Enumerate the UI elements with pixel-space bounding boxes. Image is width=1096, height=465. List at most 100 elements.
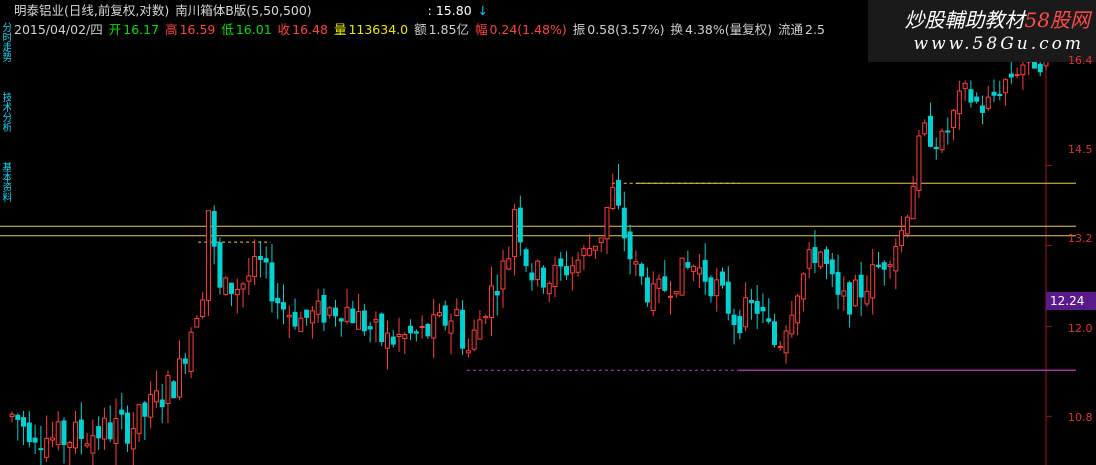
- candle-up: [73, 421, 79, 449]
- candle-up: [113, 418, 119, 444]
- change-label: 幅: [474, 22, 488, 37]
- candle-up: [893, 245, 899, 272]
- candle-down: [974, 96, 980, 102]
- amplitude-value: 0.58(3.57%): [587, 22, 665, 37]
- candle-up: [1020, 64, 1026, 76]
- candle-down: [881, 262, 887, 270]
- side-tab-intraday[interactable]: 分时走势: [0, 22, 11, 77]
- candle-down: [379, 313, 385, 343]
- volume-label: 量: [333, 22, 347, 37]
- candle-up: [90, 435, 96, 454]
- close-value: 16.48: [292, 22, 328, 37]
- candle-down: [125, 412, 131, 444]
- candle-down: [332, 307, 338, 317]
- watermark-title-prefix: 炒股輔助教材: [904, 8, 1025, 32]
- candle-up: [887, 264, 893, 267]
- candle-down: [529, 272, 535, 281]
- candle-up: [223, 277, 229, 295]
- candle-down: [748, 299, 754, 304]
- candle-up: [512, 209, 518, 258]
- candle-up: [569, 265, 575, 274]
- candle-up: [9, 413, 15, 418]
- candle-down: [96, 426, 102, 439]
- candle-down: [847, 282, 853, 315]
- candle-up: [904, 216, 910, 235]
- candle-down: [361, 310, 367, 332]
- candle-up: [956, 90, 962, 115]
- candle-up: [356, 311, 362, 330]
- candle-down: [720, 271, 726, 286]
- candle-up: [951, 110, 957, 128]
- watermark-panel: 炒股輔助教材58股网 www.58Gu.com: [868, 0, 1096, 62]
- candle-down: [517, 207, 523, 243]
- level-value: : 15.80: [427, 3, 472, 18]
- candle-down: [725, 281, 731, 314]
- kline-screen[interactable]: 分时走势 技术分析 基本资料 明泰铝业(日线,前复权,对数) 南川箱体B版(5,…: [0, 0, 1096, 465]
- candle-up: [55, 421, 61, 446]
- candle-down: [229, 282, 235, 295]
- candle-down: [927, 115, 933, 147]
- candle-up: [286, 314, 292, 318]
- candle-up: [864, 290, 870, 305]
- candle-down: [835, 271, 841, 295]
- current-price-marker: 12.24: [1046, 292, 1096, 310]
- candle-up: [344, 306, 350, 323]
- candle-up: [587, 247, 593, 256]
- candle-down: [812, 247, 818, 264]
- side-tab-technical[interactable]: 技术分析: [0, 92, 11, 152]
- candle-up: [777, 345, 783, 348]
- candle-down: [408, 325, 414, 334]
- candle-up: [327, 307, 333, 316]
- candle-down: [1037, 63, 1043, 73]
- candle-up: [910, 185, 916, 220]
- arrow-down-icon: ↓: [477, 3, 489, 18]
- candle-down: [933, 146, 939, 150]
- watermark-url: www.58Gu.com: [913, 34, 1084, 54]
- candle-up: [668, 295, 674, 298]
- candle-up: [552, 264, 558, 288]
- candle-down: [107, 422, 113, 440]
- side-tab-basic[interactable]: 基本资料: [0, 162, 11, 224]
- candle-down: [523, 249, 529, 267]
- candle-up: [783, 330, 789, 354]
- high-label: 高: [165, 22, 178, 37]
- candle-up: [841, 290, 847, 297]
- candle-down: [217, 242, 223, 288]
- candle-down: [182, 358, 188, 364]
- candle-up: [500, 260, 506, 290]
- candle-down: [979, 105, 985, 113]
- candle-up: [431, 314, 437, 339]
- candle-down: [159, 399, 165, 408]
- candle-up: [696, 267, 702, 275]
- watermark-title: 炒股輔助教材58股网: [905, 4, 1090, 33]
- candle-up: [298, 317, 304, 332]
- candle-down: [280, 302, 286, 310]
- candle-down: [823, 249, 829, 264]
- turnover-label: 换: [670, 22, 684, 37]
- candle-up: [309, 310, 315, 324]
- candle-down: [257, 255, 263, 260]
- candle-up: [1014, 74, 1020, 77]
- candle-up: [101, 417, 107, 440]
- candle-up: [633, 261, 639, 265]
- candle-down: [627, 231, 633, 260]
- candle-down: [662, 276, 668, 291]
- candle-up: [691, 265, 697, 272]
- stock-title[interactable]: 明泰铝业(日线,前复权,对数): [14, 3, 169, 18]
- candle-up: [136, 404, 142, 434]
- indicator-name[interactable]: 南川箱体B版(5,50,500): [175, 3, 312, 18]
- candle-down: [737, 316, 743, 334]
- candle-up: [246, 275, 252, 282]
- candle-up: [679, 257, 685, 296]
- candle-down: [558, 258, 564, 267]
- candle-up: [252, 255, 258, 278]
- candle-down: [413, 331, 419, 334]
- candle-up: [656, 278, 662, 289]
- candle-down: [644, 277, 650, 303]
- candle-up: [488, 285, 494, 319]
- candlestick-chart[interactable]: [0, 0, 1096, 465]
- watermark-title-suffix: 58股网: [1024, 8, 1090, 32]
- candle-down: [772, 321, 778, 345]
- candle-down: [564, 266, 570, 276]
- candle-down: [32, 437, 38, 443]
